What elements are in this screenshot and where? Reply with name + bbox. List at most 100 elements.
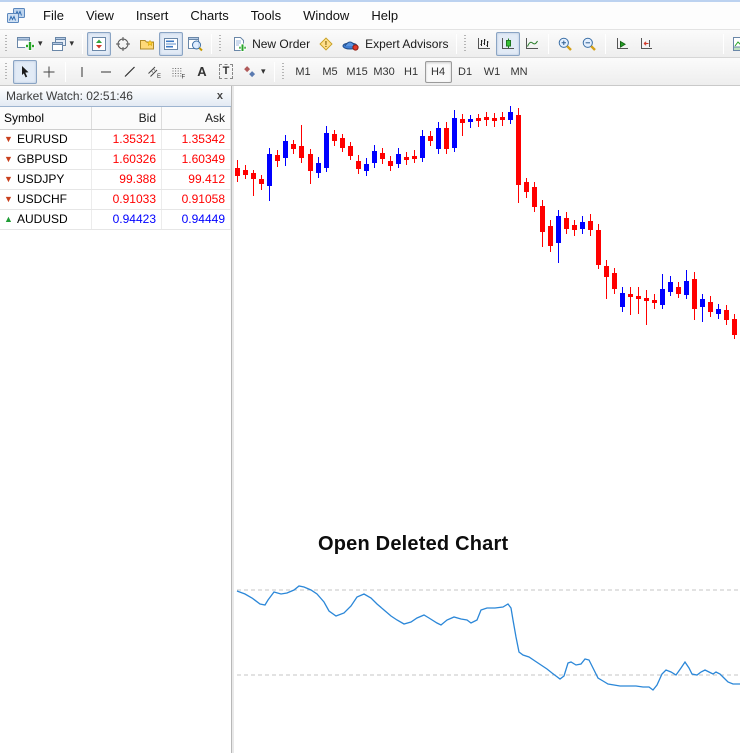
svg-text:!: ! <box>325 40 328 49</box>
crosshair-icon <box>41 64 57 80</box>
trend-arrow-icon: ▼ <box>4 190 17 209</box>
column-header-symbol[interactable]: Symbol <box>0 107 92 129</box>
text-tool-button[interactable]: A <box>190 60 214 84</box>
trendline-tool-button[interactable] <box>118 60 142 84</box>
market-watch-row-usdchf[interactable]: ▼USDCHF 0.91033 0.91058 <box>0 190 231 210</box>
timeframe-d1-button[interactable]: D1 <box>452 61 479 83</box>
separator <box>605 34 606 54</box>
text-label-icon: T <box>219 64 234 79</box>
terminal-toggle-button[interactable] <box>159 32 183 56</box>
bid-value: 99.388 <box>92 170 162 189</box>
symbol-label: USDJPY <box>17 170 64 189</box>
separator <box>548 34 549 54</box>
auto-scroll-icon <box>614 36 630 52</box>
profiles-button[interactable]: ▾ <box>47 32 79 56</box>
symbol-label: USDCHF <box>17 190 67 209</box>
data-window-button[interactable] <box>111 32 135 56</box>
trend-arrow-icon: ▼ <box>4 130 17 149</box>
market-watch-titlebar[interactable]: Market Watch: 02:51:46 x <box>0 86 231 107</box>
timeframe-w1-button[interactable]: W1 <box>479 61 506 83</box>
timeframe-m30-button[interactable]: M30 <box>371 61 398 83</box>
auto-scroll-button[interactable] <box>610 32 634 56</box>
fibonacci-icon: F <box>170 64 186 80</box>
chart-profiles-icon <box>51 36 67 52</box>
new-order-button[interactable]: New Order <box>227 32 314 56</box>
bar-chart-icon <box>476 36 492 52</box>
equidistant-channel-icon: E <box>146 64 162 80</box>
zoom-out-button[interactable] <box>577 32 601 56</box>
mt4-window: File View Insert Charts Tools Window Hel… <box>0 0 740 753</box>
timeframe-m15-button[interactable]: M15 <box>344 61 371 83</box>
horizontal-line-icon <box>98 64 114 80</box>
column-header-ask[interactable]: Ask <box>162 107 231 129</box>
bar-chart-mode-button[interactable] <box>472 32 496 56</box>
crosshair-tool-button[interactable] <box>37 60 61 84</box>
menu-tools[interactable]: Tools <box>240 3 292 29</box>
chart-pane[interactable]: Open Deleted Chart <box>232 86 740 753</box>
menu-help[interactable]: Help <box>360 3 409 29</box>
menu-view[interactable]: View <box>75 3 125 29</box>
toolbar-grip[interactable] <box>4 63 9 81</box>
text-tool-icon: A <box>197 64 206 79</box>
text-label-tool-button[interactable]: T <box>214 60 238 84</box>
menu-file[interactable]: File <box>32 3 75 29</box>
market-watch-row-audusd[interactable]: ▲AUDUSD 0.94423 0.94449 <box>0 210 231 230</box>
ask-value: 1.35342 <box>162 130 231 149</box>
timeframe-h1-button[interactable]: H1 <box>398 61 425 83</box>
terminal-list-icon <box>163 36 179 52</box>
menu-charts[interactable]: Charts <box>179 3 239 29</box>
ask-value: 1.60349 <box>162 150 231 169</box>
cursor-icon <box>17 64 33 80</box>
toolbar-grip[interactable] <box>218 35 223 53</box>
separator <box>65 62 66 82</box>
expert-advisors-button[interactable]: Expert Advisors <box>338 32 452 56</box>
timeframe-m5-button[interactable]: M5 <box>317 61 344 83</box>
toolbar-grip[interactable] <box>463 35 468 53</box>
bid-value: 0.94423 <box>92 210 162 229</box>
zoom-in-button[interactable] <box>553 32 577 56</box>
bid-value: 0.91033 <box>92 190 162 209</box>
equidistant-channel-tool-button[interactable]: E <box>142 60 166 84</box>
ask-value: 99.412 <box>162 170 231 189</box>
new-chart-button[interactable]: ▾ <box>13 32 47 56</box>
chevron-down-icon: ▾ <box>70 39 75 48</box>
menu-insert[interactable]: Insert <box>125 3 180 29</box>
vertical-line-icon <box>74 64 90 80</box>
timeframe-m1-button[interactable]: M1 <box>290 61 317 83</box>
navigator-button[interactable] <box>135 32 159 56</box>
new-chart-icon <box>17 36 35 52</box>
fibonacci-tool-button[interactable]: F <box>166 60 190 84</box>
arrows-tool-button[interactable]: ▾ <box>238 60 270 84</box>
toolbar-grip[interactable] <box>4 35 9 53</box>
separator <box>82 34 83 54</box>
line-chart-mode-button[interactable] <box>520 32 544 56</box>
new-order-label: New Order <box>252 37 310 51</box>
vertical-line-tool-button[interactable] <box>70 60 94 84</box>
price-and-indicator-chart[interactable] <box>234 86 740 753</box>
market-watch-toggle-button[interactable] <box>87 32 111 56</box>
market-watch-empty-area <box>0 230 231 753</box>
chart-shift-button[interactable] <box>634 32 658 56</box>
market-watch-icon <box>91 36 107 52</box>
menu-window[interactable]: Window <box>292 3 360 29</box>
ask-value: 0.91058 <box>162 190 231 209</box>
column-header-bid[interactable]: Bid <box>92 107 162 129</box>
strategy-tester-button[interactable] <box>183 32 207 56</box>
indicators-button[interactable] <box>728 32 740 56</box>
horizontal-line-tool-button[interactable] <box>94 60 118 84</box>
cursor-tool-button[interactable] <box>13 60 37 84</box>
market-watch-row-usdjpy[interactable]: ▼USDJPY 99.388 99.412 <box>0 170 231 190</box>
timeframe-mn-button[interactable]: MN <box>506 61 533 83</box>
timeframe-h4-button[interactable]: H4 <box>425 61 452 83</box>
market-watch-row-gbpusd[interactable]: ▼GBPUSD 1.60326 1.60349 <box>0 150 231 170</box>
zoom-out-icon <box>581 36 597 52</box>
market-watch-row-eurusd[interactable]: ▼EURUSD 1.35321 1.35342 <box>0 130 231 150</box>
drawing-toolbar: E F A T ▾ M1 M5 <box>0 58 740 86</box>
ask-value: 0.94449 <box>162 210 231 229</box>
bid-value: 1.60326 <box>92 150 162 169</box>
expert-advisors-label: Expert Advisors <box>365 37 448 51</box>
close-icon[interactable]: x <box>215 90 225 102</box>
toolbar-grip[interactable] <box>281 63 286 81</box>
metaquotes-alert-button[interactable]: ! <box>314 32 338 56</box>
candlestick-mode-button[interactable] <box>496 32 520 56</box>
